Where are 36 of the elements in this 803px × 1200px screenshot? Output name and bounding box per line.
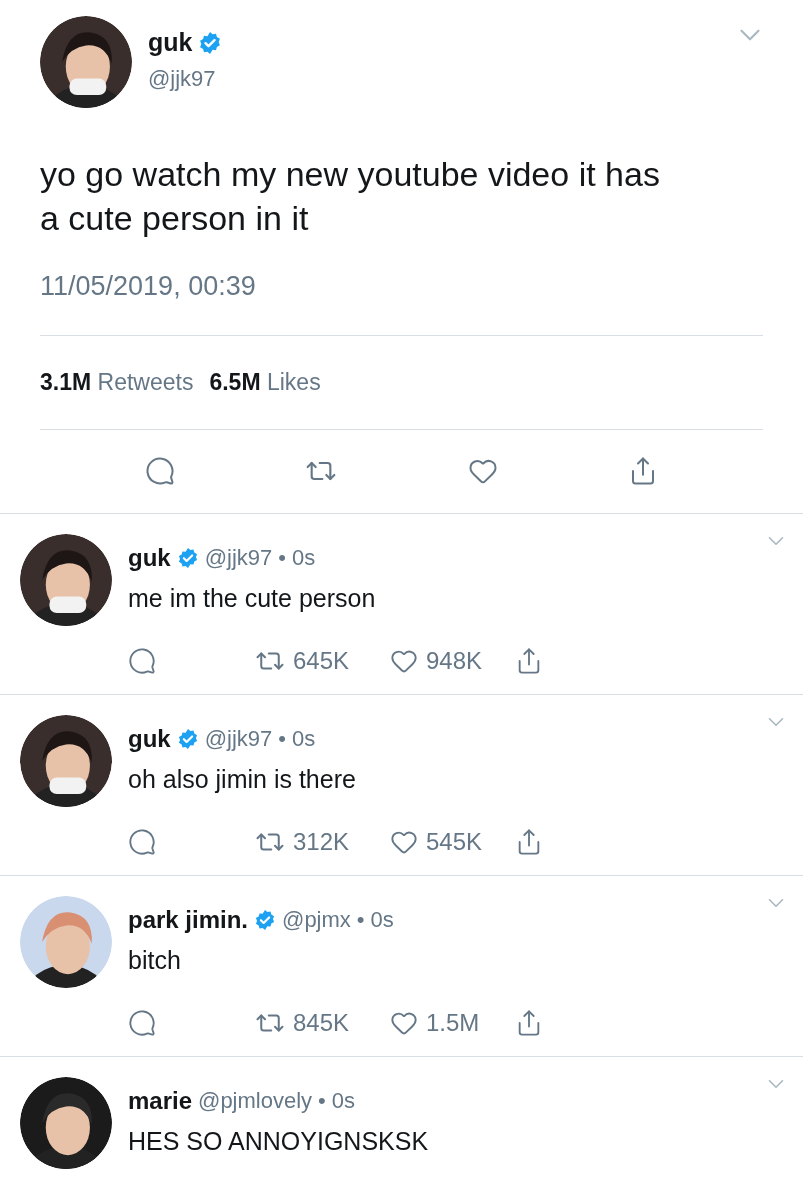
reply-icon[interactable] bbox=[128, 1009, 156, 1037]
engagement-stat[interactable]: 6.5M Likes bbox=[209, 364, 321, 400]
author-name: guk bbox=[148, 27, 193, 58]
like-count: 545K bbox=[426, 827, 483, 857]
reply-text: bitch bbox=[128, 944, 182, 976]
reply-icon[interactable] bbox=[145, 456, 176, 486]
reply-text: HES SO ANNOYIGNSKSK bbox=[128, 1125, 429, 1157]
reply-text: oh also jimin is there bbox=[128, 763, 357, 795]
separator-dot: • bbox=[278, 544, 286, 572]
author-handle: @pjmx bbox=[282, 906, 351, 934]
separator-dot: • bbox=[356, 906, 365, 934]
reply-time: 0s bbox=[370, 906, 394, 934]
retweet-count: 312K bbox=[293, 827, 350, 857]
author-handle: @jjk97 bbox=[148, 64, 217, 93]
tweet-text: yo go watch my new youtube video it has a cute person in it bbox=[40, 154, 661, 239]
author-handle: @jjk97 bbox=[204, 544, 273, 572]
author-handle: @pjmlovely bbox=[198, 1087, 313, 1115]
like-count: 948K bbox=[426, 646, 483, 676]
author-name: marie bbox=[128, 1085, 193, 1116]
tweet-timestamp: 11/05/2019, 00:39 bbox=[40, 270, 257, 303]
author-name: park jimin. bbox=[128, 904, 249, 935]
separator-dot: • bbox=[318, 1087, 326, 1115]
retweet-count: 645K bbox=[293, 646, 350, 676]
author-name: guk bbox=[128, 542, 171, 573]
engagement-stat[interactable]: 3.1M Retweets bbox=[40, 364, 194, 400]
reply-icon[interactable] bbox=[128, 828, 156, 856]
separator-dot: • bbox=[278, 725, 286, 753]
reply-time: 0s bbox=[291, 544, 316, 572]
reply-text: me im the cute person bbox=[128, 582, 377, 614]
reply-time: 0s bbox=[331, 1087, 356, 1115]
author-handle: @jjk97 bbox=[204, 725, 273, 753]
retweet-count: 845K bbox=[293, 1008, 350, 1038]
reply-time: 0s bbox=[291, 725, 316, 753]
author-name: guk bbox=[128, 723, 171, 754]
reply-icon[interactable] bbox=[128, 647, 156, 675]
like-count: 1.5M bbox=[426, 1008, 480, 1038]
